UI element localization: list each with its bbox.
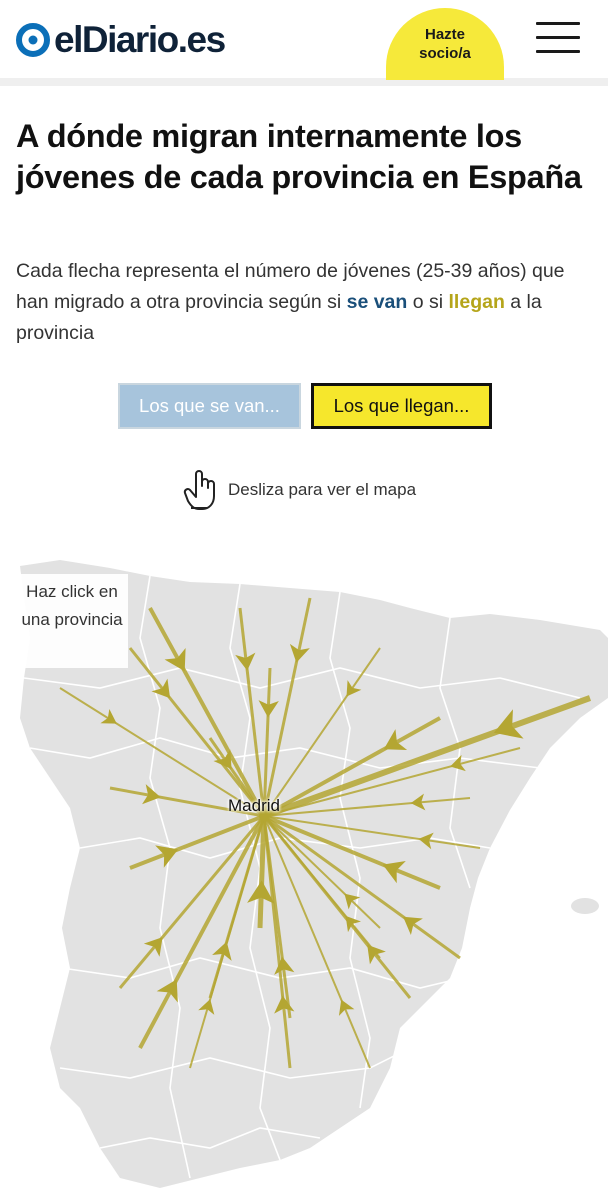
swipe-hint-text: Desliza para ver el mapa [228,480,417,499]
hamburger-menu-icon[interactable] [536,22,580,54]
toggle-van-button[interactable]: Los que se van... [118,383,301,429]
article-title: A dónde migran internamente los jóvenes … [16,118,582,195]
subscribe-button[interactable]: Hazte socio/a [386,8,504,80]
subscribe-label-line2: socio/a [419,45,471,62]
hand-pointer-icon [183,470,215,510]
map-hint: Haz click en una provincia [16,574,128,668]
subtitle-highlight-llegan: llegan [448,291,505,313]
madrid-label: Madrid [228,796,280,815]
logo-text: elDiario.es [54,19,226,60]
site-header: elDiario.es Hazte socio/a [0,0,608,86]
islands [571,898,599,914]
article-subtitle: Cada flecha representa el número de jóve… [16,256,600,349]
subtitle-text-2: o si [407,291,449,313]
subscribe-label-line1: Hazte [424,26,465,43]
site-logo[interactable]: elDiario.es [16,18,226,62]
logo-icon [16,23,50,57]
toggle-llegan-button[interactable]: Los que llegan... [311,383,492,429]
subtitle-highlight-van: se van [346,291,408,313]
swipe-hint: Desliza para ver el mapa [182,468,416,512]
